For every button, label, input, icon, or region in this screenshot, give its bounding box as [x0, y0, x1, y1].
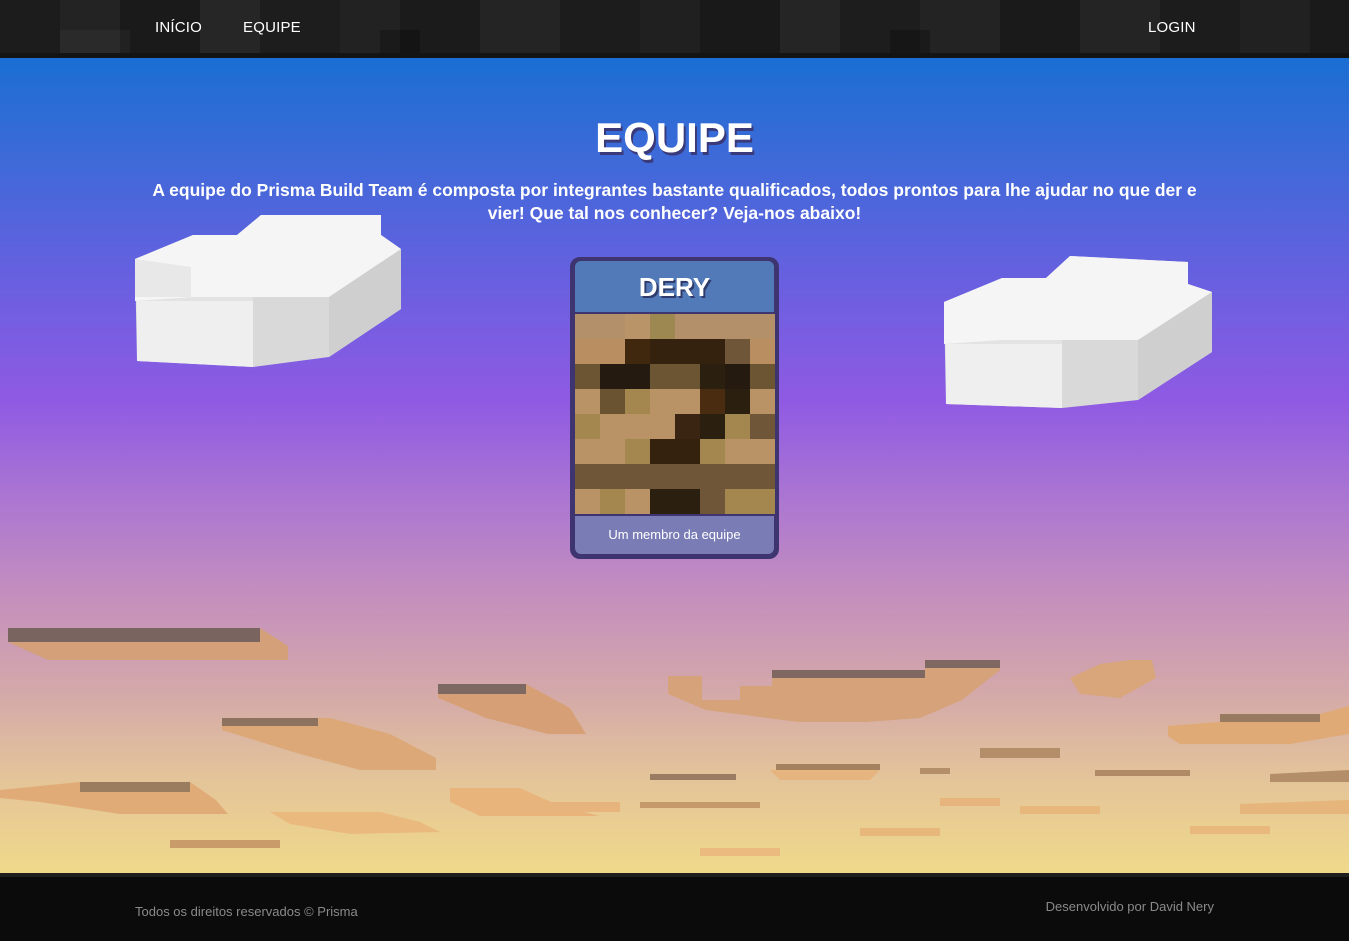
nav-login-link[interactable]: LOGIN	[1148, 19, 1196, 36]
avatar-pixel	[575, 389, 600, 414]
member-card[interactable]: DERY Um membro da equipe	[570, 257, 779, 559]
avatar-pixel	[600, 414, 625, 439]
footer-copyright: Todos os direitos reservados © Prisma	[135, 904, 358, 919]
avatar-pixel	[625, 364, 650, 389]
avatar-pixel	[675, 389, 700, 414]
footer: Todos os direitos reservados © Prisma De…	[0, 873, 1349, 941]
avatar-pixel	[750, 439, 775, 464]
page-title: EQUIPE	[595, 114, 754, 161]
member-role: Um membro da equipe	[575, 516, 774, 554]
top-navbar: INÍCIO EQUIPE LOGIN	[0, 0, 1349, 58]
avatar-pixel	[600, 439, 625, 464]
member-avatar	[575, 314, 775, 514]
avatar-pixel	[575, 364, 600, 389]
avatar-pixel	[600, 339, 625, 364]
island-shapes	[0, 628, 1349, 856]
avatar-pixel	[600, 364, 625, 389]
avatar-pixel	[625, 464, 650, 489]
avatar-pixel	[750, 389, 775, 414]
avatar-pixel	[675, 439, 700, 464]
avatar-pixel	[700, 414, 725, 439]
avatar-pixel	[625, 489, 650, 514]
avatar-pixel	[625, 439, 650, 464]
avatar-pixel	[575, 339, 600, 364]
avatar-pixel	[650, 339, 675, 364]
avatar-pixel	[725, 364, 750, 389]
avatar-pixel	[725, 414, 750, 439]
nav-team-link[interactable]: EQUIPE	[243, 19, 301, 36]
avatar-pixel	[650, 389, 675, 414]
avatar-pixel	[675, 364, 700, 389]
hero-section: EQUIPE A equipe do Prisma Build Team é c…	[0, 58, 1349, 873]
avatar-pixel	[675, 489, 700, 514]
nav-home-link[interactable]: INÍCIO	[155, 19, 202, 36]
avatar-pixel	[700, 364, 725, 389]
avatar-pixel	[675, 464, 700, 489]
avatar-pixel	[750, 414, 775, 439]
avatar-pixel	[750, 314, 775, 339]
avatar-pixel	[725, 314, 750, 339]
avatar-pixel	[650, 414, 675, 439]
avatar-pixel	[725, 439, 750, 464]
avatar-pixel	[650, 464, 675, 489]
avatar-pixel	[625, 414, 650, 439]
avatar-pixel	[725, 389, 750, 414]
cloud-left-illustration	[135, 215, 401, 367]
avatar-pixel	[650, 439, 675, 464]
avatar-pixel	[725, 489, 750, 514]
avatar-pixel	[650, 489, 675, 514]
footer-credit: Desenvolvido por David Nery	[1045, 899, 1214, 914]
cloud-right-illustration	[944, 256, 1212, 408]
avatar-pixel	[575, 314, 600, 339]
avatar-pixel	[700, 439, 725, 464]
avatar-pixel	[700, 464, 725, 489]
avatar-pixel	[750, 339, 775, 364]
avatar-pixel	[600, 314, 625, 339]
avatar-pixel	[575, 414, 600, 439]
avatar-pixel	[675, 339, 700, 364]
avatar-pixel	[650, 364, 675, 389]
avatar-pixel	[700, 389, 725, 414]
avatar-pixel	[600, 489, 625, 514]
member-name: DERY	[575, 261, 774, 312]
avatar-pixel	[750, 464, 775, 489]
avatar-pixel	[625, 314, 650, 339]
avatar-pixel	[700, 314, 725, 339]
avatar-pixel	[725, 464, 750, 489]
avatar-pixel	[675, 414, 700, 439]
avatar-pixel	[725, 339, 750, 364]
avatar-pixel	[700, 339, 725, 364]
avatar-pixel	[600, 389, 625, 414]
avatar-pixel	[575, 439, 600, 464]
avatar-pixel	[675, 314, 700, 339]
avatar-pixel	[575, 489, 600, 514]
avatar-pixel	[750, 364, 775, 389]
avatar-pixel	[575, 464, 600, 489]
avatar-pixel	[650, 314, 675, 339]
page-description: A equipe do Prisma Build Team é composta…	[152, 180, 1197, 223]
avatar-pixel	[700, 489, 725, 514]
avatar-pixel	[625, 389, 650, 414]
avatar-pixel	[625, 339, 650, 364]
avatar-pixel	[750, 489, 775, 514]
avatar-pixel	[600, 464, 625, 489]
